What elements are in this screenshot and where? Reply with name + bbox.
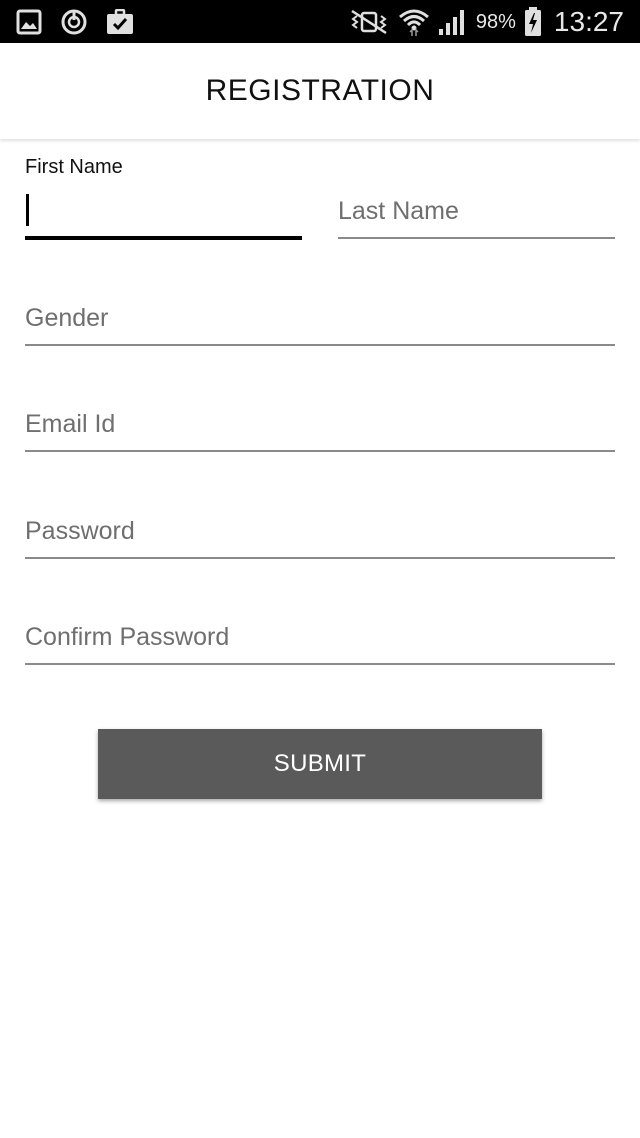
gender-underline (25, 344, 615, 346)
first-name-label: First Name (25, 156, 123, 178)
gender-field[interactable] (25, 296, 615, 346)
password-underline (25, 557, 615, 559)
first-name-input[interactable] (25, 190, 302, 234)
status-bar-right: 98% 13:27 (348, 5, 624, 39)
last-name-input[interactable] (338, 189, 615, 233)
submit-button[interactable]: SUBMIT (98, 729, 542, 799)
vibrate-mute-icon (348, 9, 390, 35)
wifi-icon (398, 7, 430, 37)
email-field[interactable] (25, 402, 615, 452)
last-name-field[interactable] (338, 189, 615, 239)
password-field[interactable] (25, 509, 615, 559)
gender-input[interactable] (25, 296, 615, 340)
gallery-icon (16, 9, 42, 35)
email-underline (25, 450, 615, 452)
first-name-field[interactable]: First Name (25, 156, 302, 240)
confirm-password-underline (25, 663, 615, 665)
power-sync-icon (60, 8, 88, 36)
password-input[interactable] (25, 509, 615, 553)
battery-percentage: 98% (475, 11, 516, 33)
clock: 13:27 (553, 6, 624, 37)
battery-charging-icon (524, 7, 542, 37)
last-name-underline (338, 237, 615, 239)
status-bar-left-icons (16, 8, 134, 36)
first-name-underline (25, 236, 302, 240)
briefcase-check-icon (106, 9, 134, 35)
confirm-password-field[interactable] (25, 615, 615, 665)
status-bar: 98% 13:27 (0, 0, 640, 43)
app-bar: REGISTRATION (0, 43, 640, 139)
page-title: REGISTRATION (205, 74, 435, 107)
confirm-password-input[interactable] (25, 615, 615, 659)
text-cursor (26, 194, 29, 226)
email-input[interactable] (25, 402, 615, 446)
signal-icon (438, 8, 468, 36)
